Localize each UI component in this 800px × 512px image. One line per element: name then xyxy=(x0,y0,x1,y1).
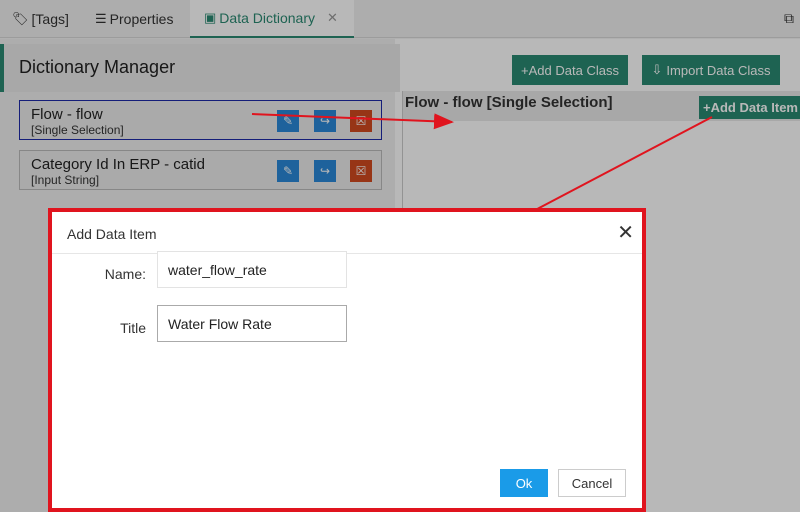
cancel-button[interactable]: Cancel xyxy=(558,469,626,497)
title-label: Title xyxy=(120,320,146,336)
close-icon[interactable]: ✕ xyxy=(617,220,634,245)
dialog-header: Add Data Item ✕ xyxy=(52,212,642,254)
title-input[interactable] xyxy=(157,305,347,342)
add-data-item-dialog: Add Data Item ✕ Name: Title Ok Cancel xyxy=(48,208,646,512)
name-input[interactable] xyxy=(157,251,347,288)
name-label: Name: xyxy=(104,266,146,282)
dialog-title: Add Data Item xyxy=(67,226,157,242)
ok-button[interactable]: Ok xyxy=(500,469,548,497)
